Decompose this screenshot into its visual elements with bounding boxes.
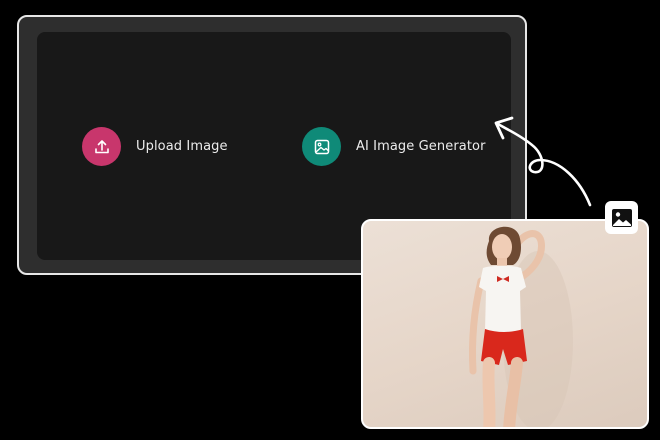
upload-image-label: Upload Image [136, 139, 228, 154]
image-icon [611, 208, 632, 227]
upload-icon-circle [82, 127, 121, 166]
upload-image-button[interactable]: Upload Image [82, 127, 228, 166]
woman-photo-image [468, 226, 573, 427]
upload-icon [94, 139, 109, 153]
image-badge [605, 201, 638, 234]
curved-arrow [494, 116, 592, 207]
image-icon-circle [302, 127, 341, 166]
page: Upload Image AI Image Generator [0, 0, 660, 440]
image-icon [314, 139, 329, 154]
ai-image-generator-button[interactable]: AI Image Generator [302, 127, 486, 166]
ai-image-generator-label: AI Image Generator [356, 139, 486, 154]
generated-photo [361, 219, 649, 429]
